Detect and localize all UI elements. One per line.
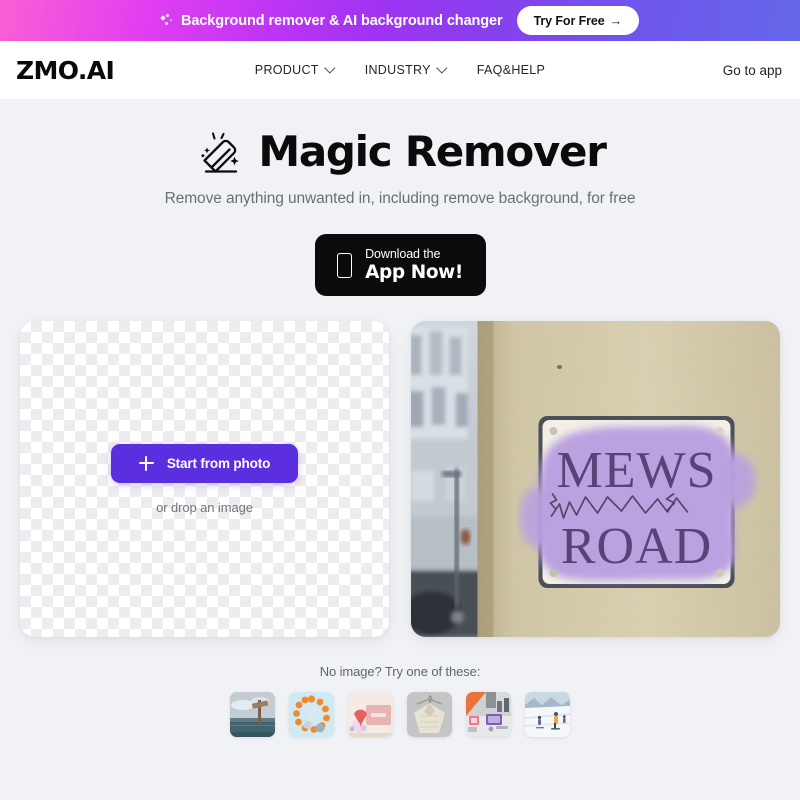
thumb-desk-tablet[interactable] xyxy=(466,692,511,737)
start-from-photo-label: Start from photo xyxy=(166,455,271,471)
download-app-button[interactable]: Download the App Now! xyxy=(314,234,486,296)
brand-logo[interactable]: ZMO.AI xyxy=(16,58,115,83)
plus-icon xyxy=(138,455,154,471)
arrow-right-icon: → xyxy=(609,13,623,28)
main-navbar: ZMO.AI PRODUCT INDUSTRY FAQ&HELP Go to a… xyxy=(0,41,800,99)
thumb-gift-box[interactable] xyxy=(348,692,393,737)
download-app-text: Download the App Now! xyxy=(365,246,463,283)
hero-subtitle: Remove anything unwanted in, including r… xyxy=(164,190,636,207)
preview-image-panel: MEWS ROAD xyxy=(411,321,780,637)
sample-thumbnails xyxy=(0,692,800,737)
thumb-skiers-snow[interactable] xyxy=(525,692,570,737)
sign-line-2: ROAD xyxy=(561,518,712,575)
phone-icon xyxy=(337,252,353,278)
nav-item-industry[interactable]: INDUSTRY xyxy=(364,62,448,77)
hero-section: Magic Remover Remove anything unwanted i… xyxy=(0,99,800,208)
sample-images-label: No image? Try one of these: xyxy=(319,664,481,679)
sample-images-section: No image? Try one of these: xyxy=(0,664,800,737)
promo-message: Background remover & AI background chang… xyxy=(160,12,503,29)
download-app-line2: App Now! xyxy=(365,262,463,283)
mews-road-preview-image: MEWS ROAD xyxy=(411,321,780,637)
try-for-free-button[interactable]: Try For Free → xyxy=(516,6,640,35)
thumb-oranges-circle[interactable] xyxy=(289,692,334,737)
drop-image-hint: or drop an image xyxy=(156,499,253,515)
upload-dropzone[interactable]: Start from photo or drop an image xyxy=(20,321,389,637)
nav-item-faq-help-label: FAQ&HELP xyxy=(476,63,546,77)
sparkle-icon xyxy=(160,12,174,28)
thumb-landscape-sign[interactable] xyxy=(230,692,275,737)
magic-eraser-icon xyxy=(201,132,240,173)
panels-row: Start from photo or drop an image MEWS R… xyxy=(0,321,800,637)
thumb-sweater[interactable] xyxy=(407,692,452,737)
download-app-line1: Download the xyxy=(365,246,441,261)
go-to-app-link[interactable]: Go to app xyxy=(723,63,782,78)
nav-item-faq-help[interactable]: FAQ&HELP xyxy=(477,63,545,77)
chevron-down-icon xyxy=(436,62,448,74)
download-app-wrap: Download the App Now! xyxy=(0,234,800,296)
start-from-photo-button[interactable]: Start from photo xyxy=(110,443,299,483)
sign-line-1: MEWS xyxy=(557,442,717,499)
hero-title-row: Magic Remover xyxy=(0,127,800,177)
nav-links: PRODUCT INDUSTRY FAQ&HELP xyxy=(254,62,545,77)
chevron-down-icon xyxy=(324,62,336,74)
nav-item-industry-label: INDUSTRY xyxy=(364,63,431,77)
nav-item-product[interactable]: PRODUCT xyxy=(254,62,336,77)
page-title: Magic Remover xyxy=(258,126,607,176)
nav-item-product-label: PRODUCT xyxy=(254,63,319,77)
try-for-free-label: Try For Free xyxy=(533,13,605,28)
promo-text: Background remover & AI background chang… xyxy=(180,12,503,29)
promo-banner: Background remover & AI background chang… xyxy=(0,0,800,41)
